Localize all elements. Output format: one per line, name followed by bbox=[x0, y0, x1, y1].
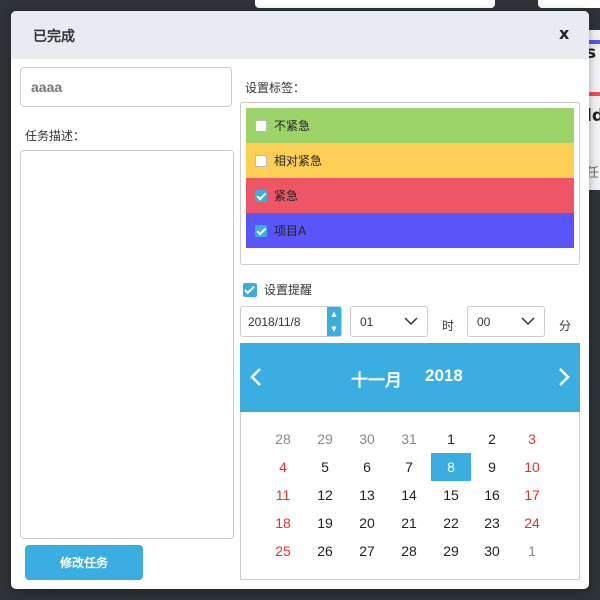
tag-project-a[interactable]: 项目A bbox=[246, 213, 574, 248]
date-value: 2018/11/8 bbox=[248, 315, 301, 329]
calendar-day[interactable]: 15 bbox=[431, 481, 471, 509]
tag-label: 不紧急 bbox=[274, 119, 311, 133]
calendar-day[interactable]: 20 bbox=[347, 509, 387, 537]
calendar-header: 十一月 2018 bbox=[240, 343, 580, 412]
tag-relatively-urgent[interactable]: 相对紧急 bbox=[246, 143, 574, 178]
calendar-day[interactable]: 21 bbox=[389, 509, 429, 537]
calendar-day[interactable]: 1 bbox=[431, 425, 471, 453]
checkbox-icon[interactable] bbox=[243, 282, 257, 297]
dialog-header: 已完成 x bbox=[11, 11, 589, 59]
calendar-day[interactable]: 16 bbox=[472, 481, 512, 509]
description-label: 任务描述： bbox=[25, 129, 86, 143]
minute-select[interactable]: 00 bbox=[467, 306, 545, 337]
tag-label: 紧急 bbox=[274, 189, 299, 203]
calendar-day[interactable]: 6 bbox=[347, 453, 387, 481]
calendar-day[interactable]: 7 bbox=[389, 453, 429, 481]
chevron-right-icon[interactable] bbox=[558, 367, 570, 387]
update-task-button[interactable]: 修改任务 bbox=[25, 545, 143, 580]
checkbox-icon[interactable] bbox=[255, 154, 267, 167]
calendar-day[interactable]: 11 bbox=[263, 481, 303, 509]
tag-label: 相对紧急 bbox=[274, 154, 323, 168]
chevron-left-icon[interactable] bbox=[250, 367, 262, 387]
checkbox-icon[interactable] bbox=[255, 119, 267, 132]
calendar-day[interactable]: 28 bbox=[389, 537, 429, 565]
reminder-toggle[interactable]: 设置提醒 bbox=[243, 281, 312, 298]
calendar-day[interactable]: 14 bbox=[389, 481, 429, 509]
chevron-down-icon bbox=[521, 317, 535, 326]
calendar-day[interactable]: 22 bbox=[431, 509, 471, 537]
calendar-day[interactable]: 26 bbox=[305, 537, 345, 565]
calendar-day[interactable]: 23 bbox=[472, 509, 512, 537]
calendar-day[interactable]: 29 bbox=[305, 425, 345, 453]
calendar-day[interactable]: 1 bbox=[512, 537, 552, 565]
calendar-day[interactable]: 28 bbox=[263, 425, 303, 453]
calendar: 十一月 2018 28 29 30 31 1 2 3 4 5 6 7 8 9 10 11 12 13 14 15 16… bbox=[240, 343, 580, 580]
description-textarea[interactable] bbox=[20, 150, 234, 539]
calendar-day[interactable]: 31 bbox=[389, 425, 429, 453]
calendar-day[interactable]: 9 bbox=[472, 453, 512, 481]
tag-list: 不紧急 相对紧急 紧急 项目A bbox=[240, 102, 580, 265]
calendar-day[interactable]: 18 bbox=[263, 509, 303, 537]
calendar-day[interactable]: 10 bbox=[512, 453, 552, 481]
task-name-input[interactable] bbox=[20, 67, 232, 107]
calendar-day[interactable]: 24 bbox=[512, 509, 552, 537]
checkbox-icon[interactable] bbox=[255, 224, 267, 237]
hour-unit: 时 bbox=[442, 319, 455, 333]
edit-task-dialog: 已完成 x 任务描述： 修改任务 设置标签： 不紧急 相对紧急 紧急 项目A 设… bbox=[11, 11, 589, 589]
calendar-day[interactable]: 30 bbox=[472, 537, 512, 565]
calendar-day[interactable]: 17 bbox=[512, 481, 552, 509]
calendar-day[interactable]: 13 bbox=[347, 481, 387, 509]
calendar-day[interactable]: 27 bbox=[347, 537, 387, 565]
chevron-down-icon bbox=[404, 317, 418, 326]
calendar-day[interactable]: 25 bbox=[263, 537, 303, 565]
close-button[interactable]: x bbox=[559, 24, 569, 43]
spin-up-icon[interactable]: ▲ bbox=[331, 310, 336, 318]
calendar-day[interactable]: 5 bbox=[305, 453, 345, 481]
calendar-day[interactable]: 4 bbox=[263, 453, 303, 481]
calendar-day[interactable]: 2 bbox=[472, 425, 512, 453]
tag-urgent[interactable]: 紧急 bbox=[246, 178, 574, 213]
calendar-day[interactable]: 29 bbox=[431, 537, 471, 565]
reminder-label: 设置提醒 bbox=[264, 283, 313, 297]
spin-down-icon[interactable]: ▼ bbox=[331, 325, 336, 333]
calendar-year: 2018 bbox=[425, 366, 463, 385]
calendar-day[interactable]: 19 bbox=[305, 509, 345, 537]
tag-label: 项目A bbox=[274, 224, 307, 238]
tag-not-urgent[interactable]: 不紧急 bbox=[246, 108, 574, 143]
hour-select[interactable]: 01 bbox=[350, 306, 428, 337]
minute-unit: 分 bbox=[559, 319, 572, 333]
calendar-day[interactable]: 3 bbox=[512, 425, 552, 453]
tags-label: 设置标签： bbox=[245, 81, 306, 95]
hour-value: 01 bbox=[360, 315, 374, 329]
calendar-month: 十一月 bbox=[351, 371, 402, 391]
calendar-day[interactable]: 30 bbox=[347, 425, 387, 453]
background-tag-bar bbox=[588, 92, 600, 96]
checkbox-icon[interactable] bbox=[255, 189, 267, 202]
date-input[interactable]: 2018/11/8 ▲ ▼ bbox=[240, 306, 342, 337]
calendar-day[interactable]: 12 bbox=[305, 481, 345, 509]
background-card bbox=[255, 0, 495, 8]
background-card bbox=[538, 0, 600, 8]
dialog-title: 已完成 bbox=[33, 29, 75, 45]
minute-value: 00 bbox=[477, 315, 491, 329]
date-spinner[interactable]: ▲ ▼ bbox=[327, 307, 341, 336]
calendar-day-selected[interactable]: 8 bbox=[431, 453, 471, 481]
